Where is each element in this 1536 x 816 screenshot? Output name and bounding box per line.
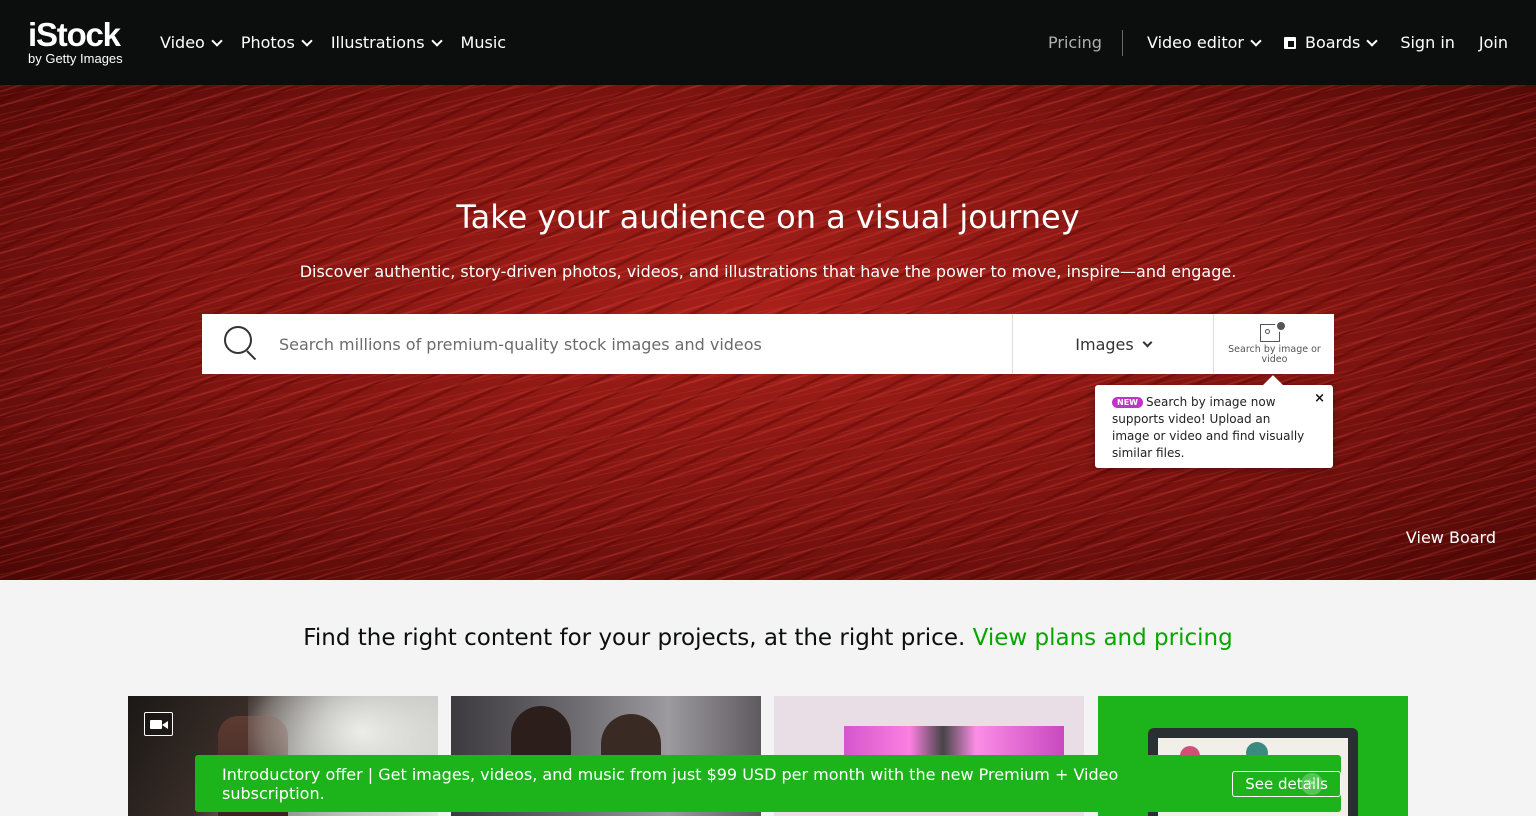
nav-video-label: Video (160, 33, 205, 52)
nav-illustrations[interactable]: Illustrations (330, 33, 443, 52)
offer-text: Introductory offer | Get images, videos,… (222, 764, 1119, 803)
istock-logo[interactable]: iStock by Getty Images (28, 18, 138, 68)
video-camera-icon (144, 712, 173, 736)
image-search-tooltip: NEW Search by image now supports video! U… (1095, 385, 1333, 468)
chevron-down-icon (430, 34, 443, 47)
pricing-promo-text: Find the right content for your projects… (303, 625, 966, 651)
media-type-selected: Images (1075, 334, 1134, 354)
nav-boards[interactable]: Boards (1283, 33, 1378, 52)
nav-illustrations-label: Illustrations (330, 33, 425, 52)
media-type-select[interactable]: Images (1012, 314, 1213, 374)
new-badge: NEW (1112, 397, 1143, 408)
sign-in-link[interactable]: Sign in (1400, 33, 1455, 52)
view-board-link[interactable]: View Board (1406, 528, 1496, 547)
hero-title: Take your audience on a visual journey (456, 198, 1080, 236)
search-by-image-button[interactable]: Search by image or video (1213, 314, 1334, 374)
join-link[interactable]: Join (1479, 33, 1508, 52)
nav-video[interactable]: Video (160, 33, 223, 52)
nav-photos[interactable]: Photos (240, 33, 313, 52)
close-icon[interactable]: × (1301, 773, 1323, 795)
chevron-down-icon (301, 34, 313, 47)
boards-icon (1283, 36, 1296, 49)
nav-music[interactable]: Music (461, 33, 507, 52)
pricing-promo: Find the right content for your projects… (0, 625, 1536, 651)
close-icon[interactable]: × (1314, 389, 1325, 409)
nav-boards-label: Boards (1304, 33, 1361, 52)
logo-wordmark: iStock (28, 16, 121, 53)
see-details-button[interactable]: See details (1232, 770, 1341, 797)
nav-divider (1121, 29, 1123, 56)
image-search-icon (1260, 320, 1287, 344)
search-input[interactable] (279, 314, 1009, 374)
nav-video-editor-label: Video editor (1146, 33, 1244, 52)
chevron-down-icon (1142, 337, 1153, 347)
chevron-down-icon (1366, 34, 1378, 47)
chevron-down-icon (1250, 34, 1262, 47)
secondary-nav: Pricing Video editor Boards Sign in Join (1048, 0, 1508, 85)
search-bar: Images Search by image or video (202, 314, 1334, 374)
primary-nav: Video Photos Illustrations Music (160, 0, 526, 85)
nav-photos-label: Photos (240, 33, 295, 52)
search-by-image-label: Search by image or video (1228, 344, 1321, 365)
site-header: iStock by Getty Images Video Photos Illu… (0, 0, 1536, 85)
logo-subtitle: by Getty Images (28, 51, 123, 66)
nav-pricing[interactable]: Pricing (1048, 33, 1122, 52)
hero-subtitle: Discover authentic, story-driven photos,… (299, 262, 1237, 281)
introductory-offer-banner: Introductory offer | Get images, videos,… (195, 755, 1341, 812)
chevron-down-icon (211, 34, 223, 47)
nav-video-editor[interactable]: Video editor (1146, 33, 1262, 52)
nav-music-label: Music (460, 33, 507, 52)
hero-banner: Take your audience on a visual journey D… (0, 85, 1536, 580)
view-plans-link[interactable]: View plans and pricing (973, 625, 1233, 651)
search-icon[interactable] (224, 326, 258, 361)
